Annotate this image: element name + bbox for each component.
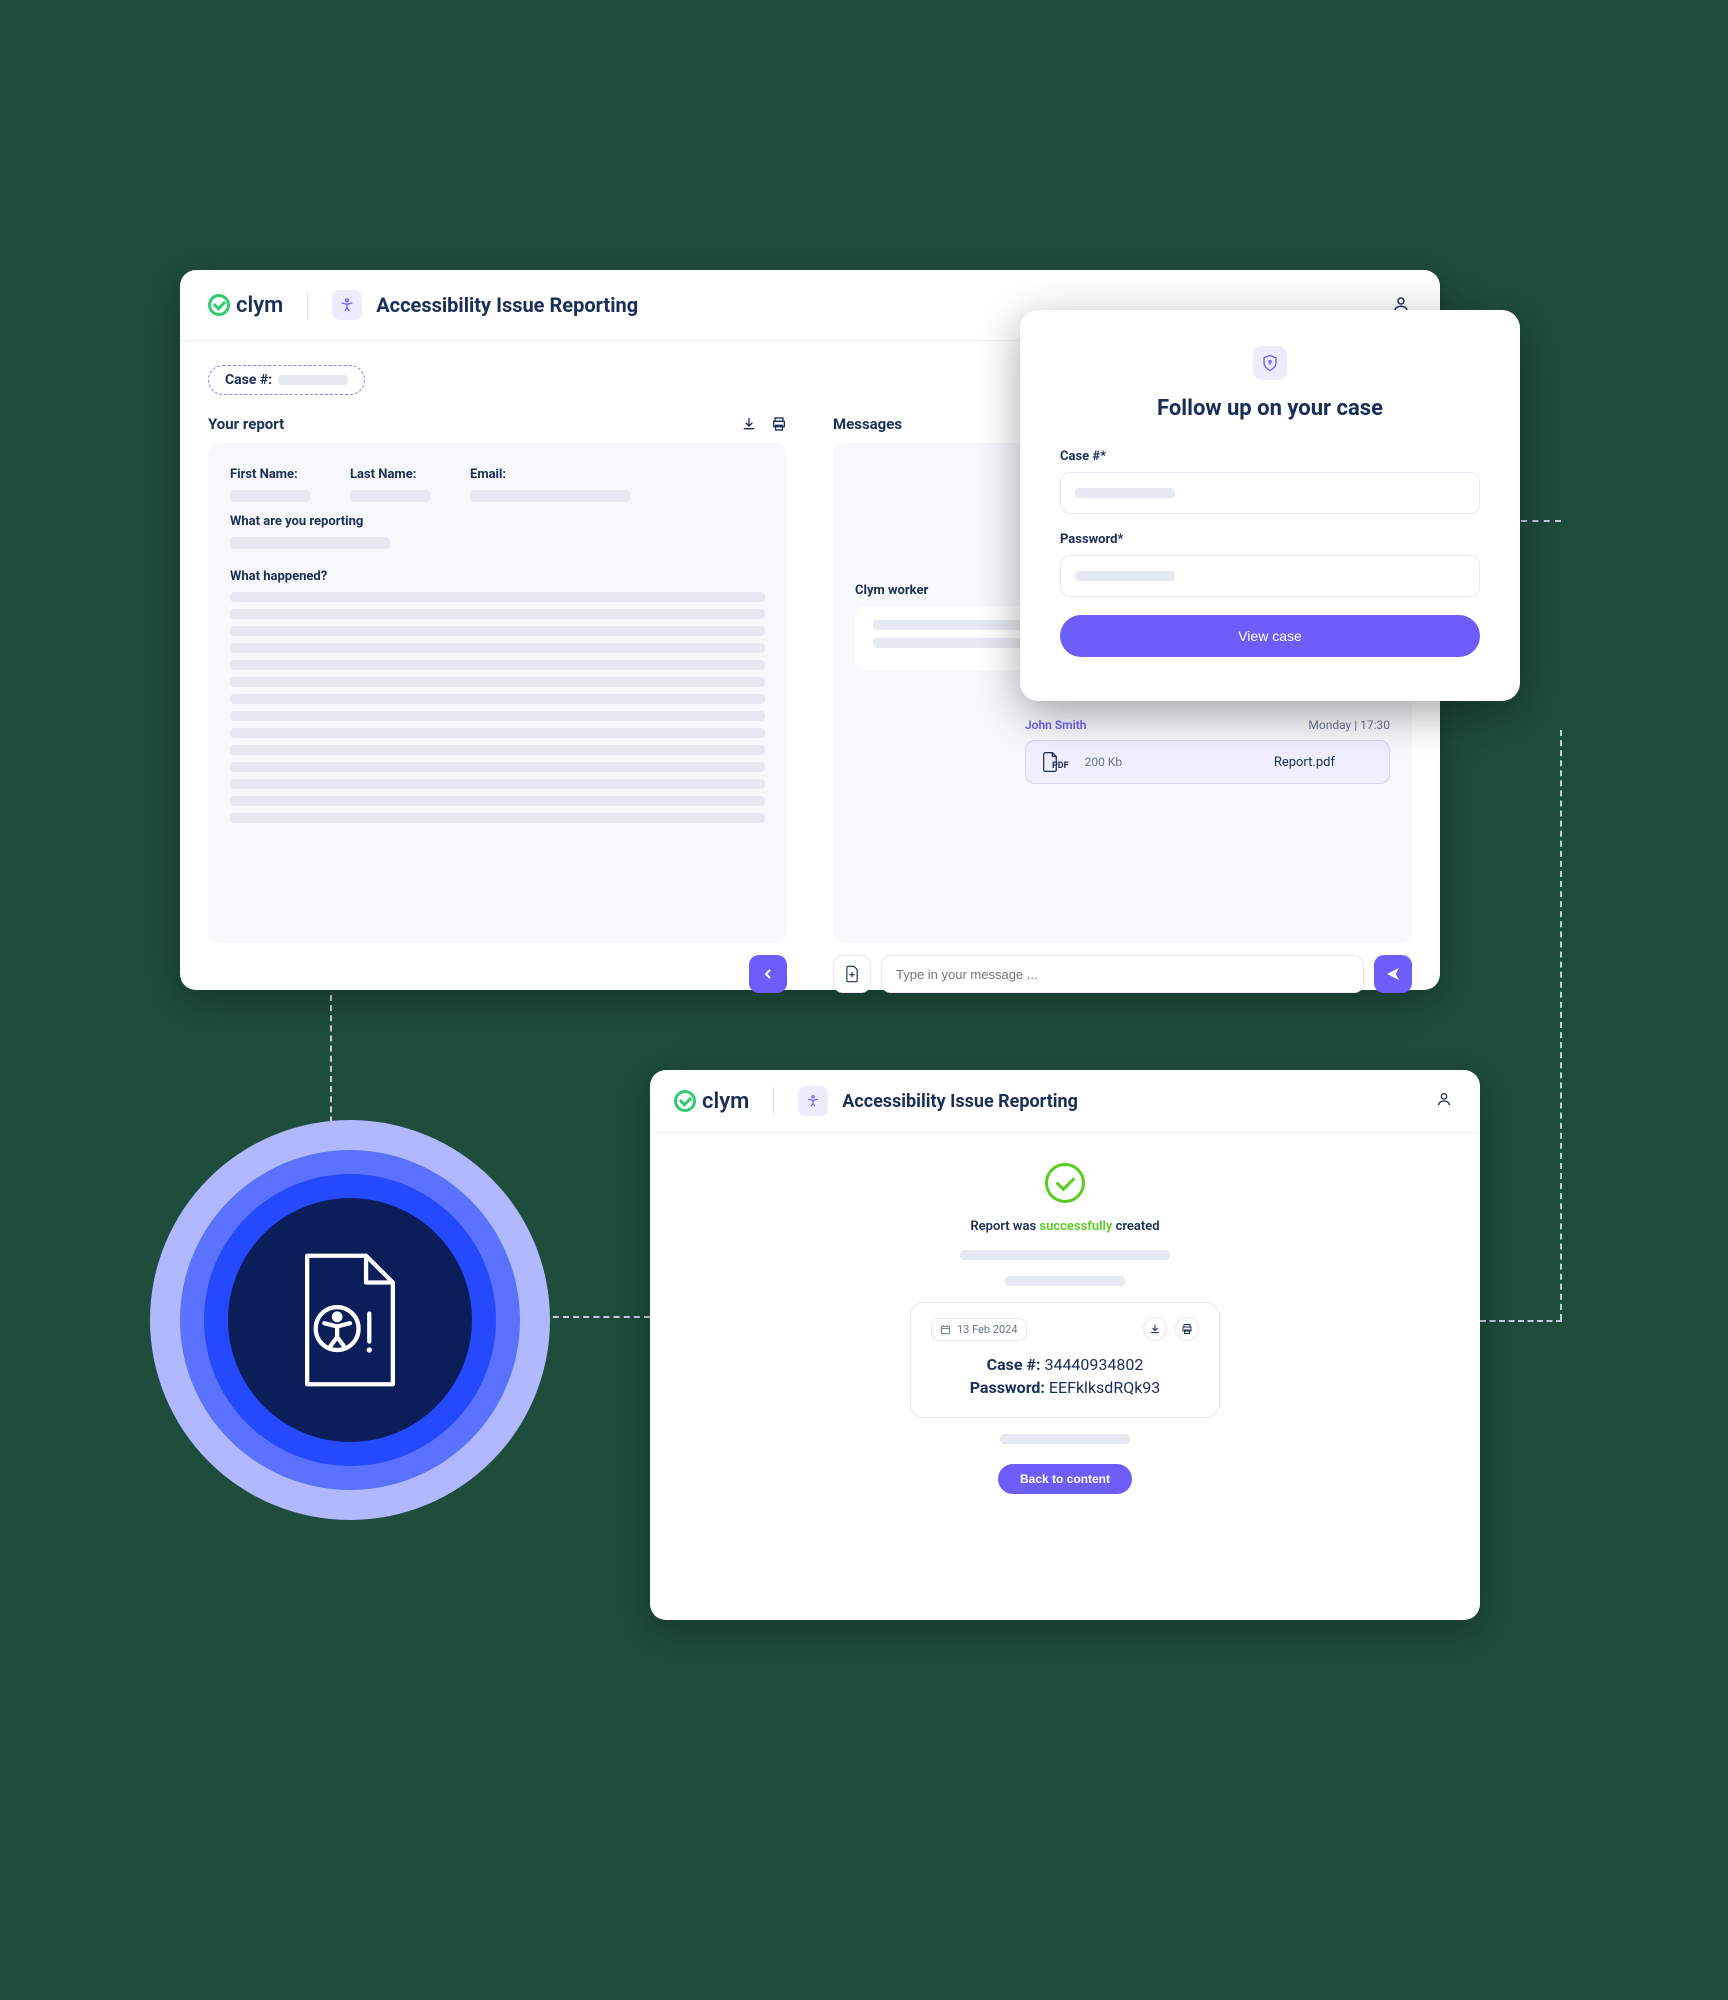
shield-icon: [1253, 346, 1287, 380]
email-label: Email:: [470, 467, 506, 482]
followup-card: Follow up on your case Case #* Password*…: [1020, 310, 1520, 701]
pdf-label: PDF: [1052, 761, 1069, 771]
success-check-icon: [1045, 1163, 1085, 1203]
download-icon[interactable]: [1143, 1317, 1167, 1341]
download-icon[interactable]: [741, 416, 757, 432]
placeholder: [960, 1250, 1170, 1260]
messages-heading: Messages: [833, 415, 902, 433]
accessibility-icon: [798, 1086, 828, 1116]
calendar-icon: [940, 1324, 951, 1335]
message-timestamp: Monday | 17:30: [1308, 718, 1390, 732]
case-label: Case #:: [225, 372, 272, 388]
case-number-badge: Case #:: [208, 365, 365, 395]
user-icon[interactable]: [1436, 1091, 1456, 1111]
placeholder: [1000, 1434, 1130, 1444]
password-field-label: Password*: [1060, 532, 1480, 547]
brand-name: clym: [702, 1089, 749, 1114]
report-date: 13 Feb 2024: [957, 1323, 1018, 1336]
file-size: 200 Kb: [1085, 755, 1122, 769]
report-heading: Your report: [208, 415, 284, 433]
back-to-content-button[interactable]: Back to content: [998, 1464, 1132, 1494]
divider: [773, 1087, 774, 1115]
last-name-label: Last Name:: [350, 467, 416, 482]
placeholder: [1075, 488, 1175, 498]
accessibility-icon: [332, 290, 362, 320]
case-info-card: 13 Feb 2024 Case #: 34440934802 Password…: [910, 1302, 1220, 1418]
success-card: clym Accessibility Issue Reporting Repor…: [650, 1070, 1480, 1620]
brand-logo: clym: [208, 293, 283, 318]
page-title: Accessibility Issue Reporting: [376, 293, 638, 317]
success-message: Report was successfully created: [680, 1219, 1450, 1234]
connector-line: [1480, 1320, 1562, 1322]
print-icon[interactable]: [1175, 1317, 1199, 1341]
check-icon: [674, 1090, 696, 1112]
file-name: Report.pdf: [1274, 755, 1335, 770]
page-title: Accessibility Issue Reporting: [842, 1091, 1078, 1112]
connector-line: [1560, 730, 1562, 1320]
send-button[interactable]: [1374, 955, 1412, 993]
brand-name: clym: [236, 293, 283, 318]
case-input[interactable]: [1060, 472, 1480, 514]
attach-file-button[interactable]: [833, 955, 871, 993]
placeholder: [1005, 1276, 1125, 1286]
first-name-label: First Name:: [230, 467, 298, 482]
brand-logo: clym: [674, 1089, 749, 1114]
view-case-button[interactable]: View case: [1060, 615, 1480, 657]
placeholder: [278, 375, 348, 385]
password-row: Password: EEFklksdRQk93: [931, 1378, 1199, 1397]
feature-badge: [150, 1120, 550, 1520]
case-field-label: Case #*: [1060, 449, 1480, 464]
placeholder: [1075, 571, 1175, 581]
placeholder: [230, 537, 390, 549]
placeholder-lines: [230, 592, 765, 823]
message-input[interactable]: [881, 955, 1364, 993]
report-column: Your report First Name: Last Name:: [208, 411, 787, 993]
password-input[interactable]: [1060, 555, 1480, 597]
print-icon[interactable]: [771, 416, 787, 432]
date-chip: 13 Feb 2024: [931, 1318, 1027, 1341]
report-panel: First Name: Last Name: Email: What are y…: [208, 443, 787, 943]
placeholder: [350, 490, 430, 502]
connector-line: [1521, 520, 1561, 522]
file-attachment[interactable]: PDF 200 Kb Report.pdf: [1025, 740, 1390, 784]
message-user-name: John Smith: [1025, 718, 1086, 732]
divider: [307, 291, 308, 319]
placeholder: [470, 490, 630, 502]
placeholder: [230, 490, 310, 502]
check-icon: [208, 294, 230, 316]
accessibility-document-icon: [285, 1245, 415, 1395]
what-reporting-label: What are you reporting: [230, 514, 765, 529]
back-button[interactable]: [749, 955, 787, 993]
what-happened-label: What happened?: [230, 569, 765, 584]
case-number-row: Case #: 34440934802: [931, 1355, 1199, 1374]
followup-title: Follow up on your case: [1060, 396, 1480, 421]
